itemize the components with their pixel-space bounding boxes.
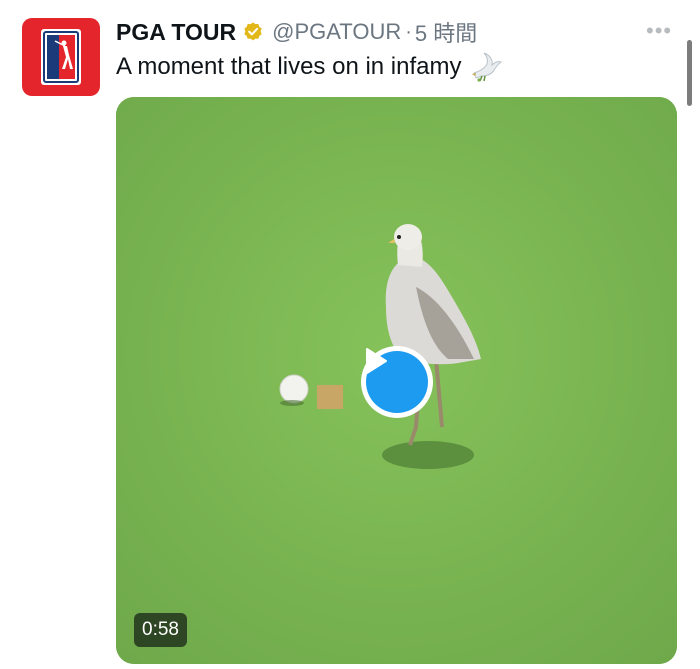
video-player[interactable]: 0:58	[116, 97, 677, 664]
separator-dot: ·	[405, 20, 412, 43]
display-name[interactable]: PGA TOUR	[116, 19, 236, 46]
dove-icon	[470, 51, 504, 83]
play-icon	[366, 348, 428, 413]
scrollbar[interactable]	[687, 40, 692, 106]
avatar[interactable]	[22, 18, 100, 96]
timestamp[interactable]: 5 時間	[415, 16, 477, 48]
more-dots-icon[interactable]: •••	[646, 20, 672, 42]
tweet-header: PGA TOUR @PGATOUR · 5 時間	[116, 16, 640, 48]
play-button[interactable]	[361, 346, 433, 418]
pga-tour-logo-icon	[41, 29, 81, 85]
tweet-text: A moment that lives on in infamy	[116, 51, 504, 83]
verified-badge-icon	[242, 21, 264, 43]
tweet-text-content: A moment that lives on in infamy	[116, 53, 462, 80]
video-duration-badge: 0:58	[134, 613, 187, 647]
user-handle[interactable]: @PGATOUR	[272, 19, 401, 45]
